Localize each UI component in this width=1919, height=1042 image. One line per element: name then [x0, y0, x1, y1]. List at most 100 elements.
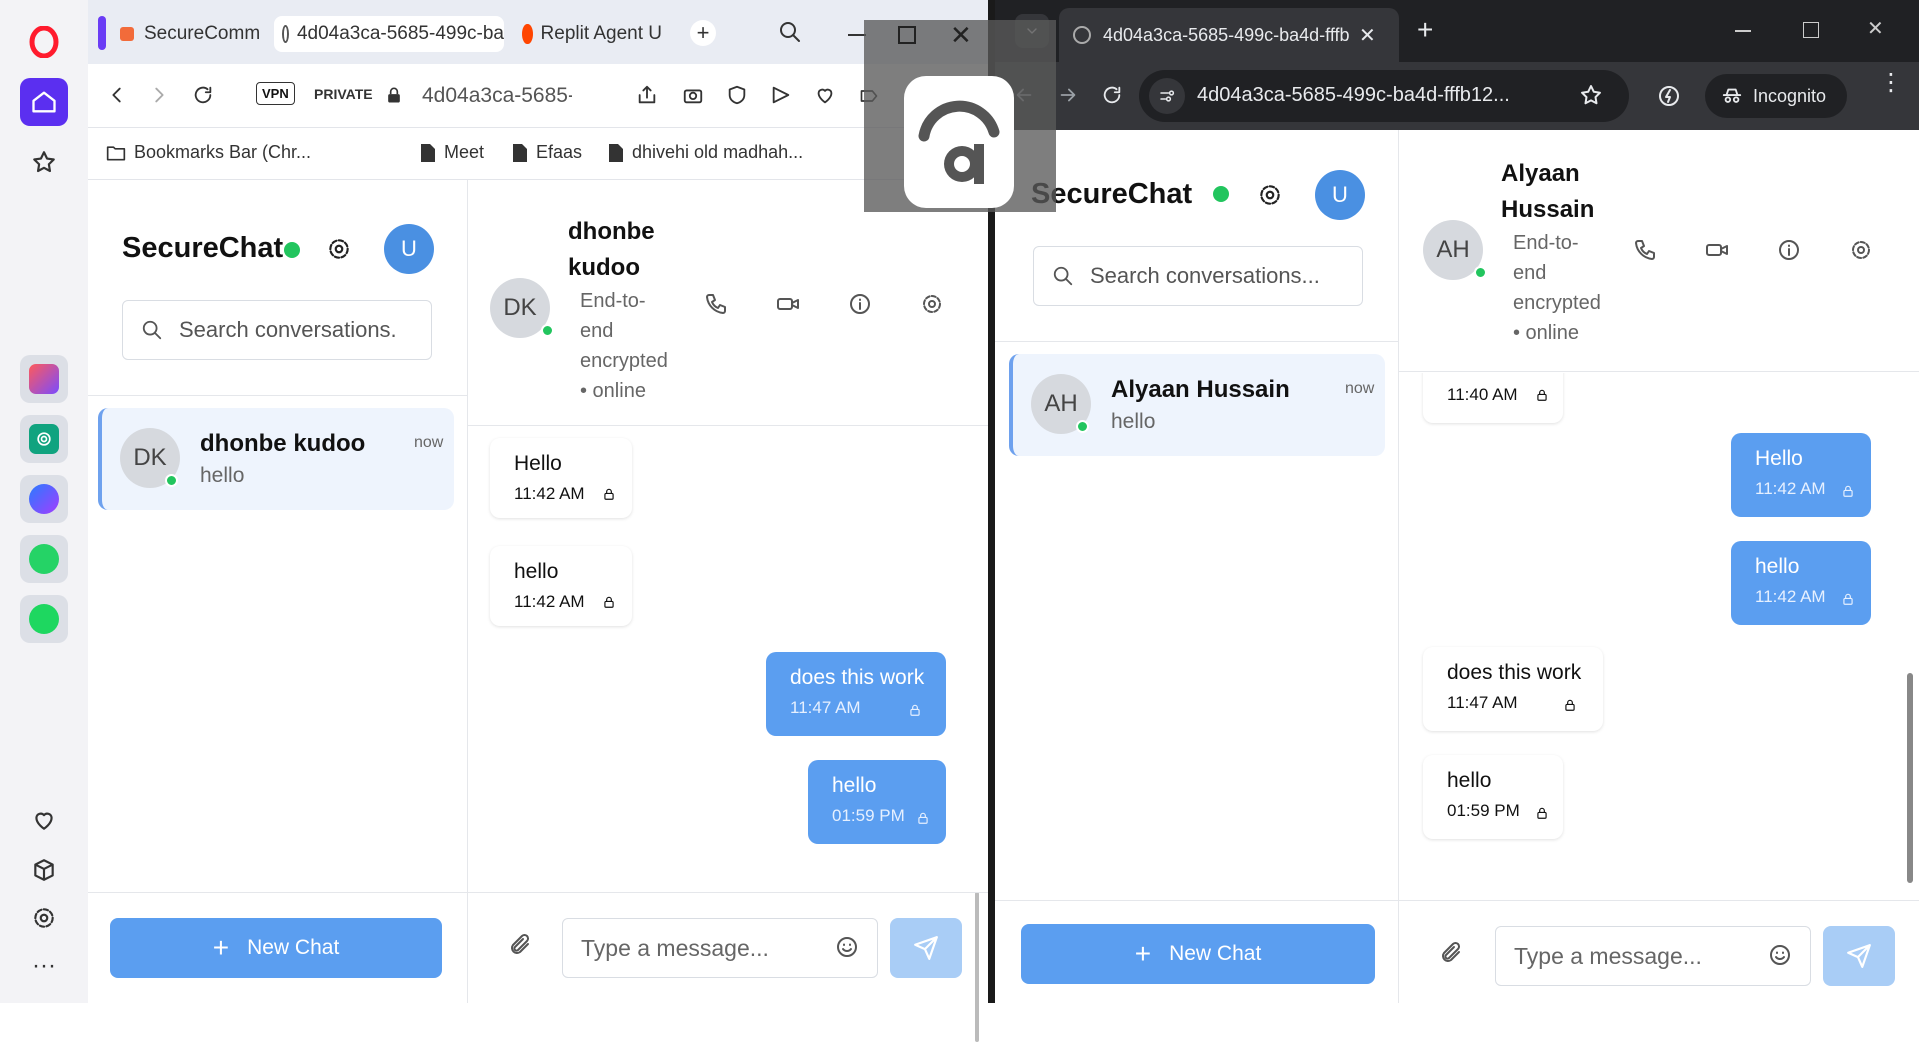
online-indicator [541, 324, 554, 337]
right-chat-pane: AH Alyaan Hussain End-to- end encrypted … [1399, 130, 1919, 1003]
maximize-button[interactable] [1803, 22, 1819, 38]
incognito-badge[interactable]: Incognito [1705, 74, 1847, 118]
performance-icon[interactable] [1657, 84, 1681, 108]
message-time: 01:59 PM [1447, 801, 1520, 820]
message-bubble[interactable]: Hello 11:42 AM [490, 438, 632, 518]
name-line: Hussain [1501, 196, 1595, 223]
conversation-item[interactable]: AH Alyaan Hussain now hello [1009, 354, 1385, 456]
emoji-icon[interactable] [835, 935, 859, 959]
chat-header: DK dhonbe kudoo End-to- end encrypted • … [468, 180, 988, 426]
send-button[interactable] [890, 918, 962, 978]
tab-replit-agent[interactable]: Replit Agent U [514, 16, 662, 52]
star-icon[interactable] [20, 138, 68, 186]
spotify-icon[interactable] [20, 595, 68, 643]
settings-gear-icon[interactable] [326, 236, 352, 262]
whatsapp-icon[interactable] [20, 535, 68, 583]
message-input[interactable]: Type a message... [562, 918, 878, 978]
new-tab-button[interactable]: + [690, 20, 716, 46]
cube-icon[interactable] [20, 846, 68, 894]
send-button[interactable] [1823, 926, 1895, 986]
video-icon[interactable] [1705, 238, 1729, 262]
emoji-icon[interactable] [1768, 943, 1792, 967]
chat-settings-icon[interactable] [1849, 238, 1873, 262]
scrollbar-thumb[interactable] [975, 892, 979, 1042]
omnibox[interactable]: 4d04a3ca-5685-499c-ba4d-fffb12... [1139, 70, 1629, 122]
bookmark-efaas[interactable]: Efaas [512, 142, 582, 163]
new-chat-button[interactable]: + New Chat [1021, 924, 1375, 984]
chat-settings-icon[interactable] [920, 292, 944, 316]
message-input[interactable]: Type a message... [1495, 926, 1811, 986]
reload-icon[interactable] [1101, 84, 1123, 106]
forward-icon[interactable] [148, 84, 170, 106]
message-list[interactable]: 11:40 AM Hello 11:42 AM hello 11:42 AM d… [1399, 373, 1919, 907]
maximize-button[interactable] [898, 26, 916, 44]
tab-securecomm[interactable]: SecureComm [112, 16, 272, 52]
floating-app-overlay[interactable]: ✕ [864, 20, 1056, 212]
bookmark-dhivehi[interactable]: dhivehi old madhah... [608, 142, 803, 163]
message-bubble[interactable]: does this work 11:47 AM [1423, 647, 1603, 731]
lock-icon[interactable] [384, 84, 404, 106]
tab-active[interactable]: 4d04a3ca-5685-499c-ba [274, 16, 504, 52]
shield-icon[interactable] [726, 84, 748, 106]
heart-bookmark-icon[interactable] [814, 84, 836, 106]
left-address-bar: VPN PRIVATE 4d04a3ca-5685-499c-l [88, 64, 988, 128]
bookmark-folder[interactable]: Bookmarks Bar (Chr... [106, 142, 311, 163]
search-placeholder: Search conversations... [1090, 263, 1320, 288]
message-bubble[interactable]: hello 11:42 AM [490, 546, 632, 626]
home-icon[interactable] [20, 78, 68, 126]
forward-icon[interactable] [1057, 84, 1079, 106]
message-time: 11:42 AM [1755, 479, 1826, 498]
reload-icon[interactable] [192, 84, 214, 106]
chatgpt-icon[interactable] [20, 415, 68, 463]
message-bubble[interactable]: hello 11:42 AM [1731, 541, 1871, 625]
info-icon[interactable] [1777, 238, 1801, 262]
aria-icon[interactable] [20, 355, 68, 403]
info-icon[interactable] [848, 292, 872, 316]
new-chat-button[interactable]: + New Chat [110, 918, 442, 978]
heart-icon[interactable] [20, 796, 68, 844]
more-icon[interactable]: ··· [20, 942, 68, 990]
back-icon[interactable] [106, 84, 128, 106]
share-icon[interactable] [636, 84, 658, 106]
bookmark-star-icon[interactable] [1579, 83, 1603, 107]
gear-icon[interactable] [20, 894, 68, 942]
message-bubble[interactable]: Hello 11:42 AM [1731, 433, 1871, 517]
camera-icon[interactable] [682, 84, 704, 106]
search-icon [1053, 266, 1073, 286]
close-tab-icon[interactable]: ✕ [1359, 23, 1376, 48]
attach-icon[interactable] [508, 932, 532, 958]
message-bubble[interactable]: 11:40 AM [1423, 373, 1563, 423]
scrollbar-thumb[interactable] [1907, 673, 1913, 883]
opera-logo-icon[interactable] [20, 18, 68, 66]
conversation-item[interactable]: DK dhonbe kudoo now hello [98, 408, 454, 510]
user-avatar[interactable]: U [1315, 170, 1365, 220]
url-text[interactable]: 4d04a3ca-5685-499c-l [422, 84, 572, 108]
menu-kebab-icon[interactable]: ⋮ [1879, 71, 1903, 95]
scrollbar[interactable] [972, 432, 982, 1042]
message-bubble[interactable]: hello 01:59 PM [1423, 755, 1563, 839]
contact-name: dhonbe kudoo [568, 214, 655, 286]
online-indicator [1076, 420, 1089, 433]
bookmark-meet[interactable]: Meet [420, 142, 484, 163]
new-tab-button[interactable]: + [1417, 14, 1433, 46]
message-bubble[interactable]: hello 01:59 PM [808, 760, 946, 844]
video-icon[interactable] [776, 292, 800, 316]
message-bubble[interactable]: does this work 11:47 AM [766, 652, 946, 736]
close-window-button[interactable]: ✕ [950, 20, 972, 51]
search-input[interactable]: Search conversations. [122, 300, 432, 360]
right-address-bar: 4d04a3ca-5685-499c-ba4d-fffb12... Incogn… [995, 62, 1919, 130]
phone-icon[interactable] [1633, 238, 1657, 262]
user-avatar[interactable]: U [384, 224, 434, 274]
search-input[interactable]: Search conversations... [1033, 246, 1363, 306]
close-window-button[interactable]: ✕ [1867, 16, 1884, 41]
attach-icon[interactable] [1439, 940, 1463, 966]
site-info-icon[interactable] [1149, 78, 1185, 114]
settings-gear-icon[interactable] [1257, 182, 1283, 208]
search-tabs-icon[interactable] [778, 20, 802, 44]
minimize-button[interactable] [1735, 30, 1751, 32]
phone-icon[interactable] [704, 292, 728, 316]
vpn-badge[interactable]: VPN [256, 82, 295, 105]
messenger-icon[interactable] [20, 475, 68, 523]
send-arrow-icon[interactable] [770, 84, 792, 106]
right-active-tab[interactable]: 4d04a3ca-5685-499c-ba4d-fffb ✕ [1059, 8, 1399, 62]
